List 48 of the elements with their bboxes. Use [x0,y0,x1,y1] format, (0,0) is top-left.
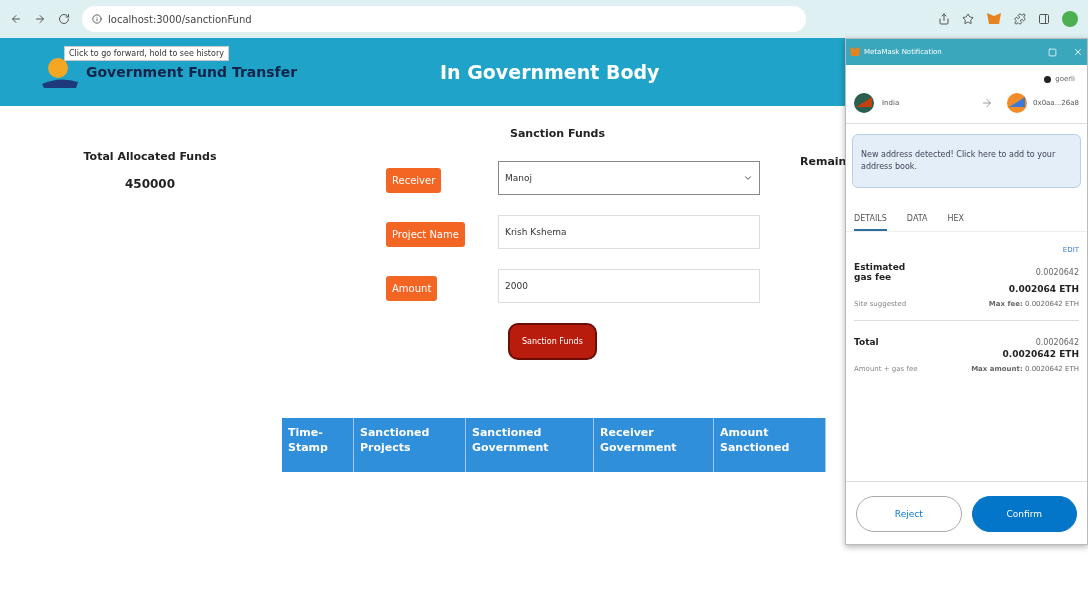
receiver-select[interactable]: Manoj [498,161,760,195]
brand-title: Government Fund Transfer [86,64,298,80]
account-avatar-icon [1007,93,1028,113]
field-label: Receiver [386,167,442,193]
remaining-label: Remain [800,155,847,168]
address-notice[interactable]: New address detected! Click here to add to your address book. [852,134,1081,188]
reload-icon[interactable] [58,13,70,25]
column-header: Sanctioned Government [466,418,594,472]
fee-label: Total [854,337,880,347]
popup-tab[interactable]: HEX [947,214,965,231]
tooltip: Click to go forward, hold to see history [64,46,229,61]
chevron-down-icon [743,173,753,183]
popup-tab[interactable]: DETAILS [854,214,887,231]
profile-avatar-icon[interactable] [1062,11,1078,27]
column-header: Receiver Government [594,418,714,472]
reject-button[interactable]: Reject [856,496,962,532]
url-text: localhost:3000/sanctionFund [108,13,252,25]
text-field[interactable]: 2000 [498,269,760,303]
fee-value: 0.002064 ETH [1008,284,1079,294]
confirm-button[interactable]: Confirm [971,496,1077,532]
page-title: In Government Body [439,61,660,83]
share-icon[interactable] [938,13,950,25]
fee-amount: 0.0020642 [1035,267,1079,277]
forward-icon[interactable] [34,13,46,25]
arrow-right-icon [981,97,994,109]
field-label: Project Name [386,221,465,247]
fee-label: Estimated gas fee [854,262,907,282]
close-icon[interactable] [1073,47,1083,57]
account-avatar-icon [854,93,874,113]
fee-value: 0.0020642 ETH [1002,349,1079,359]
back-icon[interactable] [10,13,22,25]
side-panel-icon[interactable] [1038,13,1050,25]
info-icon [92,14,102,24]
address-bar[interactable]: localhost:3000/sanctionFund [82,6,806,32]
column-header: Time-Stamp [282,418,354,472]
text-field[interactable]: Krish Kshema [498,215,760,249]
column-header: Sanctioned Projects [354,418,466,472]
bookmark-icon[interactable] [962,13,974,25]
form-title: Sanction Funds [510,127,605,140]
popup-tab[interactable]: DATA [906,214,928,231]
fee-amount: 0.0020642 [1035,337,1079,347]
extensions-icon[interactable] [1014,13,1026,25]
allocated-value: 450000 [124,177,176,191]
allocated-label: Total Allocated Funds [83,150,217,163]
field-label: Amount [386,275,438,301]
sanction-button[interactable]: Sanction Funds [508,323,597,360]
column-header: Amount Sanctioned [714,418,826,472]
maximize-icon[interactable] [1048,47,1057,57]
